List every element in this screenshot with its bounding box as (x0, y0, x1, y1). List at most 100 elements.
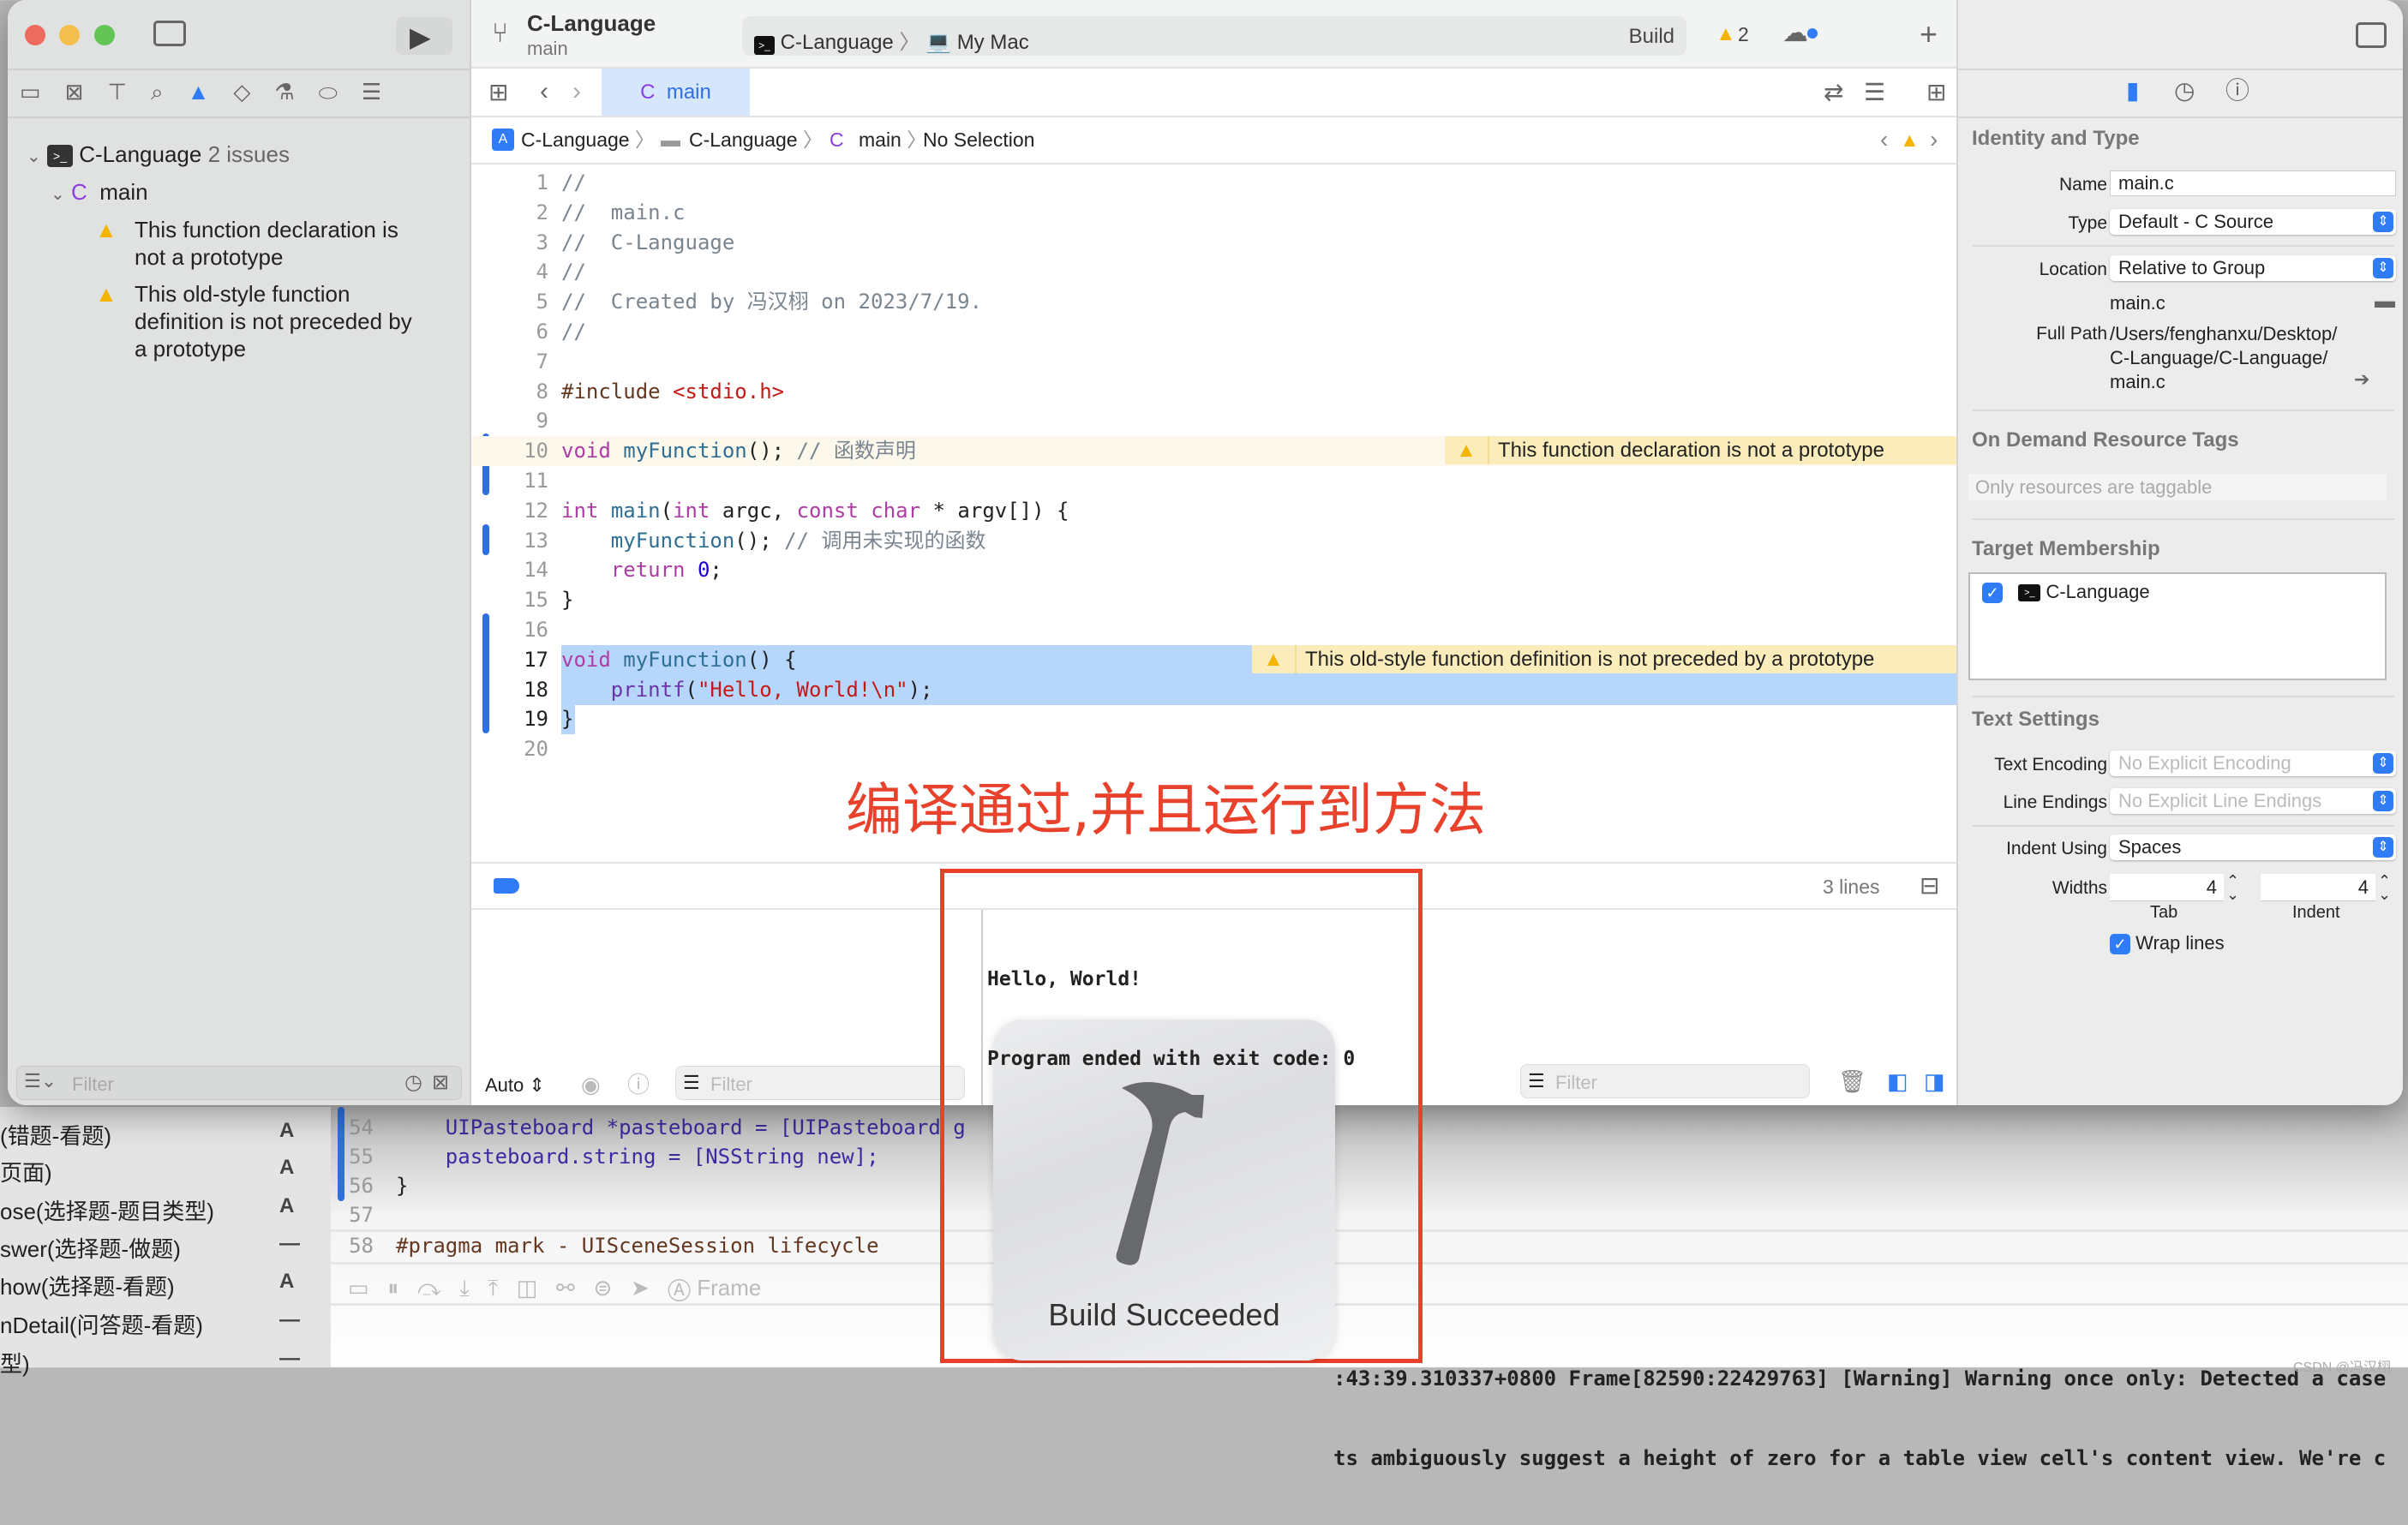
target-item[interactable]: ✓ >_ C-Language (1982, 581, 2150, 604)
jump-bar-item[interactable]: C-Language 〉 (689, 117, 823, 162)
recent-filter-icon[interactable]: ◷ (404, 1073, 422, 1093)
location-icon[interactable]: ➤ (631, 1275, 650, 1301)
line-number[interactable]: 1 (471, 168, 548, 198)
code-line[interactable]: 16 (471, 615, 1956, 645)
find-navigator-icon[interactable]: ⌕ (151, 79, 188, 105)
jump-bar-item[interactable]: No Selection (923, 117, 1034, 162)
source-control-icon[interactable]: ⊠ (65, 79, 108, 105)
step-over-icon[interactable]: ⤼ (417, 1275, 441, 1301)
console-filter[interactable]: ☰ Filter (1520, 1064, 1810, 1098)
disclosure-icon[interactable]: ⌄ (27, 147, 41, 166)
code-line[interactable]: 13 myFunction(); // 调用未实现的函数 (471, 526, 1956, 556)
issue-tree-project[interactable]: ⌄ >_ C-Language 2 issues (27, 141, 290, 168)
history-inspector-icon[interactable]: ◷ (2174, 79, 2195, 103)
line-number[interactable]: 10 (471, 436, 548, 466)
code-line[interactable]: 4 // (471, 257, 1956, 287)
line-number[interactable]: 18 (471, 675, 548, 705)
eye-icon[interactable]: ◉ (581, 1073, 601, 1096)
add-icon[interactable]: + (1920, 19, 1938, 50)
step-in-icon[interactable]: ⤓ (459, 1275, 470, 1301)
filter-input[interactable]: Filter (72, 1073, 114, 1096)
line-number[interactable]: 16 (471, 615, 548, 645)
destination-name[interactable]: My Mac (957, 31, 1029, 54)
report-navigator-icon[interactable]: ☰ (362, 79, 405, 105)
sidebar-toggle-icon[interactable] (153, 21, 186, 46)
jump-bar-item[interactable]: C-Language 〉 (521, 117, 655, 162)
disclosure-icon[interactable]: ⌄ (51, 185, 65, 204)
zoom-window-button[interactable] (94, 25, 115, 45)
tab-width-stepper[interactable]: ⌃ ⌄ (2226, 873, 2239, 902)
add-editor-icon[interactable]: ⊞ (1926, 81, 1946, 105)
line-number[interactable]: 9 (471, 406, 548, 436)
folder-icon[interactable]: ▬ (2375, 291, 2395, 312)
filter-input[interactable]: Filter (710, 1073, 752, 1096)
issues-only-filter-icon[interactable]: ⊠ (432, 1073, 449, 1093)
help-inspector-icon[interactable]: ⓘ (2225, 79, 2249, 103)
code-line[interactable]: 10 void myFunction(); // 函数声明 ▲ This func… (471, 436, 1956, 467)
forward-icon[interactable]: › (572, 79, 581, 105)
filter-options-icon[interactable]: ☰⌄ (24, 1072, 57, 1091)
symbol-navigator-icon[interactable]: ⊤ (107, 79, 151, 105)
indent-width-field[interactable]: 4 (2261, 874, 2375, 901)
inspector-toggle-icon[interactable] (2356, 22, 2387, 48)
warning-count[interactable]: 2 (1738, 23, 1749, 46)
warning-icon[interactable]: ▲ (1716, 22, 1736, 46)
tab-width-field[interactable]: 4 (2110, 874, 2224, 901)
code-line[interactable]: 1 // (471, 168, 1956, 198)
wrap-lines-checkbox[interactable]: ✓ Wrap lines (2110, 932, 2225, 955)
scheme-selector[interactable]: >_ C-Language 〉 💻 My Mac (754, 25, 1029, 55)
console[interactable]: Hello, World! Program ended with exit co… (983, 910, 1956, 1105)
scheme-name[interactable]: C-Language (781, 31, 894, 54)
line-number[interactable]: 11 (471, 466, 548, 496)
close-window-button[interactable] (25, 25, 45, 45)
variables-filter[interactable]: ☰ Filter (675, 1066, 965, 1100)
code-line[interactable]: 9 (471, 406, 1956, 436)
code-line[interactable]: 2 // main.c (471, 198, 1956, 228)
code-line[interactable]: 3 // C-Language (471, 228, 1956, 258)
checkbox-checked-icon[interactable]: ✓ (2110, 934, 2130, 955)
line-number[interactable]: 7 (471, 347, 548, 377)
memory-graph-icon[interactable]: ⚯ (556, 1275, 575, 1301)
breakpoints-toggle-icon[interactable] (494, 878, 519, 894)
code-line[interactable]: 17 void myFunction() { ▲ This old-style f… (471, 644, 1956, 675)
indent-using-select[interactable]: Spaces ⇕ (2110, 834, 2396, 860)
line-number[interactable]: 15 (471, 585, 548, 615)
previous-issue-icon[interactable]: ‹ (1880, 117, 1888, 162)
project-navigator-icon[interactable]: ▭ (20, 79, 65, 105)
tags-field[interactable]: Only resources are taggable (1968, 474, 2387, 500)
line-endings-select[interactable]: No Explicit Line Endings ⇕ (2110, 788, 2396, 814)
line-number[interactable]: 19 (471, 704, 548, 734)
name-field[interactable]: main.c (2110, 170, 2396, 196)
line-number[interactable]: 8 (471, 377, 548, 407)
environment-icon[interactable]: ⊜ (593, 1275, 612, 1301)
breakpoints-icon[interactable]: ▭ (348, 1275, 369, 1301)
filter-input[interactable]: Filter (1555, 1072, 1597, 1094)
trash-icon[interactable]: 🗑 (1838, 1070, 1866, 1092)
hide-debug-area-icon[interactable]: ⊟ (1920, 874, 1939, 898)
navigator-filter[interactable]: ☰⌄ Filter ◷ ⊠ (16, 1066, 462, 1100)
code-line[interactable]: 18 printf("Hello, World!\n"); (471, 674, 1956, 705)
tab-main[interactable]: C main (602, 69, 750, 116)
issue-navigator-icon[interactable]: ▲ (188, 79, 234, 105)
line-number[interactable]: 17 (471, 645, 548, 675)
location-select[interactable]: Relative to Group ⇕ (2110, 255, 2396, 281)
run-button[interactable]: ▶ (396, 17, 452, 55)
warning-icon[interactable]: ▲ (1900, 117, 1920, 162)
issue-tree-file[interactable]: ⌄ C main (51, 179, 148, 206)
back-icon[interactable]: ‹ (540, 79, 548, 105)
indent-width-stepper[interactable]: ⌃ ⌄ (2378, 873, 2391, 902)
line-number[interactable]: 4 (471, 257, 548, 287)
line-number[interactable]: 6 (471, 317, 548, 347)
step-out-icon[interactable]: ⤒ (488, 1275, 499, 1301)
code-line[interactable]: 8 #include <stdio.h> (471, 377, 1956, 407)
line-number[interactable]: 13 (471, 526, 548, 556)
encoding-select[interactable]: No Explicit Encoding ⇕ (2110, 751, 2396, 776)
minimize-window-button[interactable] (59, 25, 80, 45)
code-line[interactable]: 20 (471, 734, 1956, 764)
file-inspector-icon[interactable]: ▮ (2126, 79, 2139, 103)
line-number[interactable]: 3 (471, 228, 548, 258)
test-navigator-icon[interactable]: ◇ (233, 79, 274, 105)
grid-icon[interactable]: ⊞ (488, 81, 508, 105)
editor-options-icon[interactable]: ☰ (1864, 81, 1885, 105)
issue-item[interactable]: ▲ This function declaration is not a pro… (95, 216, 398, 271)
